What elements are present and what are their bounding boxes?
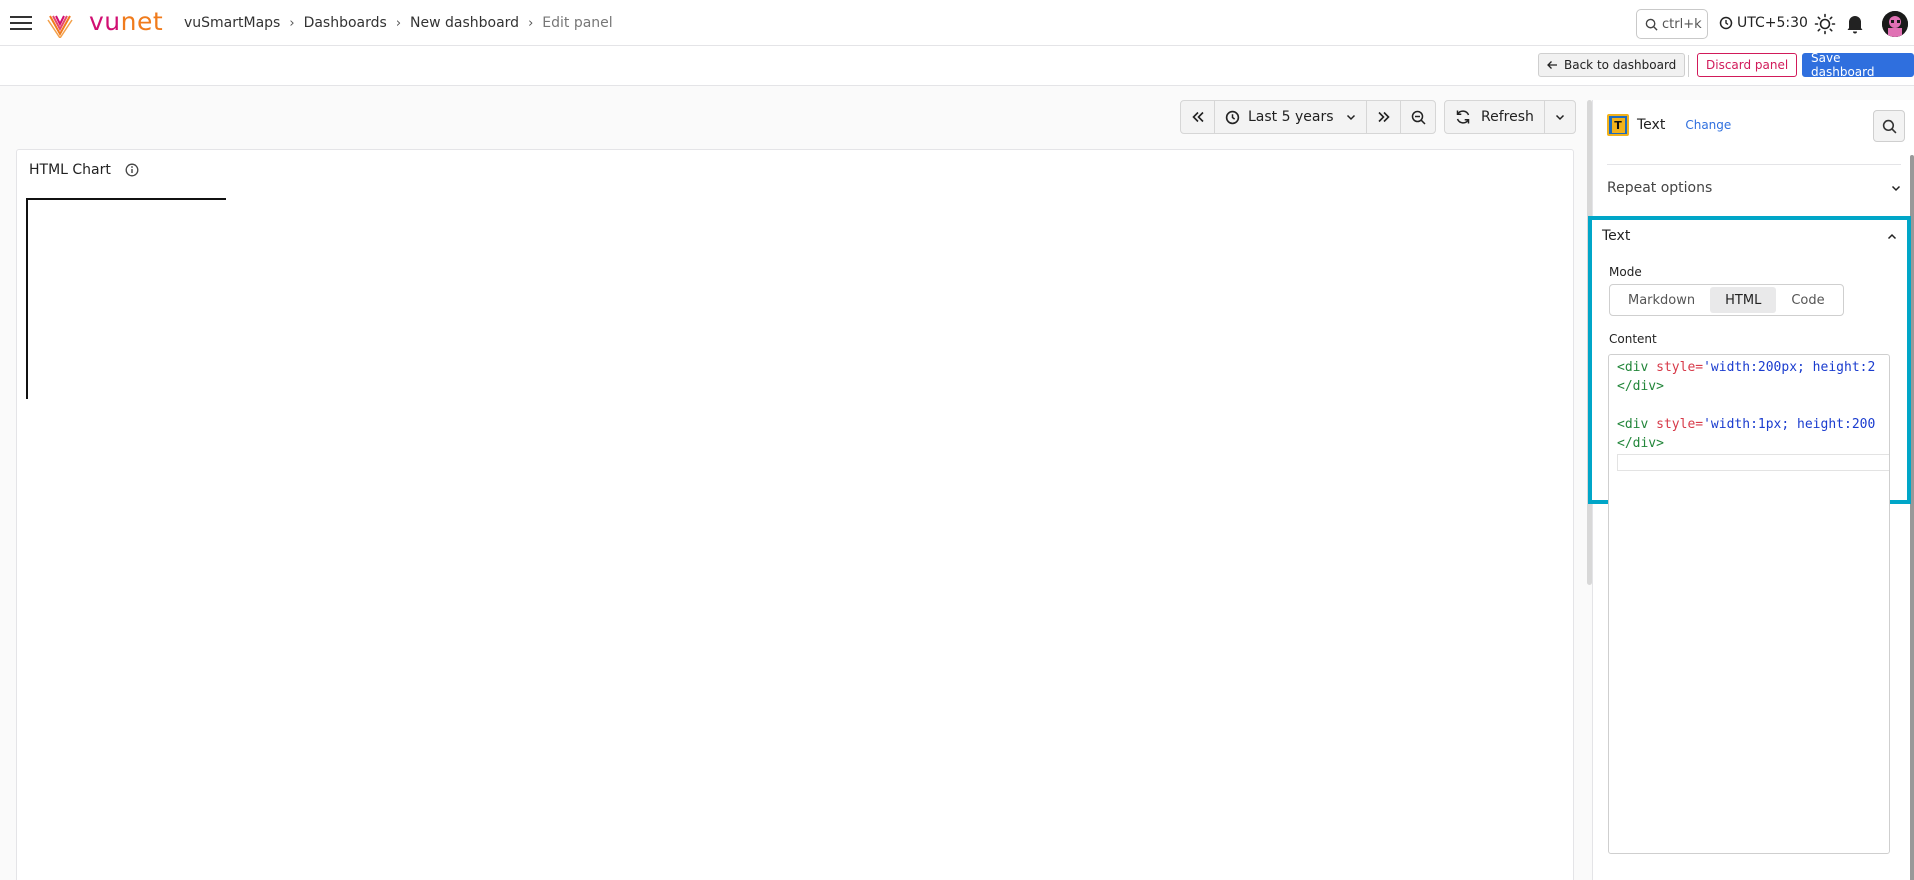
code-line: </div>	[1617, 436, 1664, 451]
mode-label: Mode	[1609, 265, 1642, 279]
breadcrumb-new-dashboard[interactable]: New dashboard	[410, 15, 519, 31]
text-visualization-icon: T	[1607, 114, 1629, 136]
text-section-title: Text	[1602, 228, 1631, 244]
vunet-logo-text[interactable]: vunet	[89, 7, 163, 36]
chevron-right-icon: ›	[528, 15, 534, 31]
mode-toggle-group: Markdown HTML Code	[1609, 284, 1844, 316]
menu-icon[interactable]	[10, 13, 34, 33]
notification-bell-icon[interactable]	[1845, 13, 1865, 35]
clock-icon	[1719, 16, 1733, 30]
breadcrumb-edit-panel: Edit panel	[542, 15, 613, 31]
zoom-out-button[interactable]	[1401, 101, 1435, 133]
action-divider	[1688, 55, 1689, 77]
user-avatar[interactable]	[1882, 11, 1908, 37]
content-label: Content	[1609, 332, 1657, 346]
panel-title-row: HTML Chart	[29, 162, 139, 178]
chevron-down-icon	[1555, 114, 1564, 120]
rendered-html-vertical-line	[26, 199, 28, 399]
app-root: vunet vuSmartMaps › Dashboards › New das…	[0, 0, 1914, 880]
search-icon	[1645, 18, 1658, 31]
save-dashboard-button[interactable]: Save dashboard	[1802, 51, 1914, 79]
time-shift-forward-button[interactable]	[1367, 101, 1401, 133]
mode-html-option[interactable]: HTML	[1710, 287, 1777, 313]
zoom-out-icon	[1411, 110, 1426, 125]
refresh-controls: Refresh	[1444, 100, 1576, 134]
text-section-header[interactable]: Text	[1602, 228, 1897, 244]
arrow-left-icon	[1547, 61, 1557, 69]
info-icon[interactable]	[125, 163, 139, 177]
time-range-label: Last 5 years	[1248, 109, 1334, 125]
breadcrumb-dashboards[interactable]: Dashboards	[304, 15, 387, 31]
rendered-html-horizontal-line	[26, 198, 226, 200]
change-visualization-link[interactable]: Change	[1685, 118, 1731, 132]
theme-sun-icon[interactable]	[1814, 13, 1836, 35]
chevron-down-icon	[1346, 114, 1356, 120]
code-line: <div style='width:200px; height:2	[1617, 360, 1876, 375]
code-line: <div style='width:1px; height:200	[1617, 417, 1876, 432]
chevrons-left-icon	[1191, 111, 1204, 123]
refresh-button[interactable]: Refresh	[1445, 101, 1545, 133]
breadcrumb-vusmartmaps[interactable]: vuSmartMaps	[184, 15, 280, 31]
code-line: </div>	[1617, 379, 1664, 394]
chevron-right-icon: ›	[289, 15, 295, 31]
global-search-button[interactable]: ctrl+k	[1636, 9, 1708, 39]
refresh-label: Refresh	[1481, 109, 1534, 125]
chevron-up-icon	[1887, 233, 1897, 239]
mode-code-option[interactable]: Code	[1776, 287, 1839, 313]
mode-markdown-option[interactable]: Markdown	[1613, 287, 1710, 313]
options-divider	[1607, 164, 1901, 165]
back-to-dashboard-button[interactable]: Back to dashboard	[1538, 53, 1686, 77]
visualization-name: Text	[1637, 117, 1666, 133]
time-shift-back-button[interactable]	[1181, 101, 1215, 133]
search-icon	[1882, 119, 1896, 133]
timezone-label: UTC+5:30	[1737, 15, 1808, 31]
panel-action-bar: Back to dashboard Discard panel Save das…	[0, 46, 1914, 86]
search-shortcut: ctrl+k	[1662, 16, 1702, 32]
editor-active-line	[1617, 454, 1889, 471]
avatar-icon	[1882, 11, 1908, 37]
vunet-logo-icon	[47, 15, 73, 38]
clock-icon	[1225, 110, 1240, 124]
panel-title[interactable]: HTML Chart	[29, 162, 111, 178]
breadcrumb: vuSmartMaps › Dashboards › New dashboard…	[184, 15, 613, 31]
repeat-options-label: Repeat options	[1607, 180, 1713, 196]
time-range-picker[interactable]: Last 5 years	[1215, 101, 1367, 133]
visualization-picker-row: T Text Change	[1607, 114, 1731, 136]
top-bar: vunet vuSmartMaps › Dashboards › New das…	[0, 0, 1914, 46]
panel-preview: HTML Chart	[16, 149, 1574, 880]
chevron-down-icon	[1891, 185, 1901, 191]
refresh-interval-dropdown[interactable]	[1545, 101, 1575, 133]
discard-panel-button[interactable]: Discard panel	[1697, 53, 1798, 77]
options-search-button[interactable]	[1873, 110, 1905, 142]
timezone-selector[interactable]: UTC+5:30	[1719, 15, 1808, 31]
chevrons-right-icon	[1377, 111, 1390, 123]
content-code-editor[interactable]: <div style='width:200px; height:2 </div>…	[1608, 354, 1890, 854]
repeat-options-section[interactable]: Repeat options	[1607, 166, 1901, 210]
chevron-right-icon: ›	[395, 15, 402, 31]
refresh-icon	[1456, 110, 1470, 124]
time-range-controls: Last 5 years	[1180, 100, 1436, 134]
